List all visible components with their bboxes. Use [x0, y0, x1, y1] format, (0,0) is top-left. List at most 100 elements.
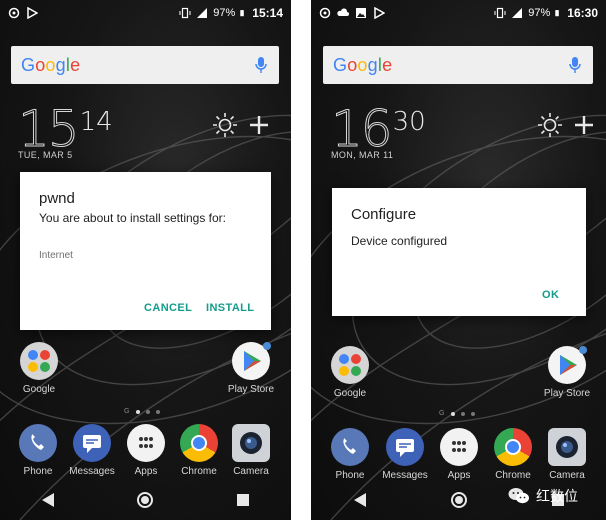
google-folder-icon	[20, 342, 58, 380]
messages-icon	[386, 428, 424, 466]
dialog-title: Configure	[351, 206, 417, 223]
ok-button[interactable]: OK	[542, 289, 559, 301]
notification-dot	[579, 346, 587, 354]
app-label-google: Google	[333, 388, 367, 399]
wechat-watermark: 红数位	[508, 486, 578, 506]
weather-widget[interactable]	[212, 112, 270, 138]
dialog-message: Device configured	[351, 234, 448, 248]
app-label-camera: Camera	[233, 466, 269, 477]
app-label-google: Google	[22, 384, 56, 395]
page-dot	[471, 412, 475, 416]
nfc-icon	[8, 7, 20, 19]
page-indicator: G	[439, 410, 475, 417]
phone-app[interactable]: Phone	[13, 424, 63, 477]
app-label-play-store: Play Store	[543, 388, 591, 399]
home-icon[interactable]	[137, 492, 154, 508]
google-page-dot: G	[124, 408, 130, 415]
image-notification-icon	[356, 8, 366, 18]
add-icon[interactable]	[248, 114, 270, 136]
navigation-bar	[0, 480, 291, 520]
wechat-icon	[508, 488, 529, 504]
microphone-icon[interactable]	[253, 55, 269, 75]
camera-icon	[548, 428, 586, 466]
phone-app[interactable]: Phone	[325, 428, 375, 481]
phone-screen-configured: 97% 16:30 Google 1630 MON, MAR 11 Config…	[311, 0, 606, 520]
messages-icon	[73, 424, 111, 462]
add-icon[interactable]	[573, 114, 595, 136]
chrome-app[interactable]: Chrome	[174, 424, 224, 477]
status-time: 16:30	[567, 6, 598, 20]
page-dot	[461, 412, 465, 416]
battery-percent: 97%	[528, 7, 551, 19]
page-dot-active	[451, 412, 455, 416]
recent-apps-icon[interactable]	[237, 494, 250, 506]
play-notification-icon	[374, 7, 385, 19]
install-button[interactable]: INSTALL	[206, 302, 254, 314]
status-bar: 97% 15:14	[0, 0, 291, 26]
install-settings-dialog: pwnd You are about to install settings f…	[20, 172, 271, 330]
app-label-apps: Apps	[134, 466, 158, 477]
back-icon[interactable]	[41, 493, 54, 507]
clock-minute: 30	[392, 107, 426, 137]
chrome-app[interactable]: Chrome	[488, 428, 538, 481]
apps-grid-icon	[127, 424, 165, 462]
chrome-icon	[180, 424, 218, 462]
chrome-icon	[494, 428, 532, 466]
settings-item-internet: Internet	[39, 250, 73, 261]
sun-icon	[213, 113, 237, 137]
play-store-icon	[548, 346, 587, 384]
dialog-message: You are about to install settings for:	[39, 211, 227, 225]
microphone-icon[interactable]	[567, 55, 583, 75]
configure-dialog: Configure Device configured OK	[332, 188, 586, 316]
page-dot	[156, 410, 160, 414]
weather-widget[interactable]	[537, 112, 595, 138]
signal-icon	[197, 8, 208, 18]
app-label-chrome: Chrome	[181, 466, 217, 477]
google-page-dot: G	[439, 410, 445, 417]
phone-icon	[331, 428, 369, 466]
status-bar: 97% 16:30	[311, 0, 606, 26]
app-label-play-store: Play Store	[227, 384, 275, 395]
status-time: 15:14	[252, 6, 283, 20]
google-logo: Google	[21, 54, 81, 75]
battery-percent: 97%	[213, 7, 236, 19]
phone-icon	[19, 424, 57, 462]
clock-widget[interactable]: 1630 MON, MAR 11	[331, 100, 426, 161]
sun-icon	[538, 113, 562, 137]
vibrate-icon	[494, 7, 506, 19]
back-icon[interactable]	[353, 493, 366, 507]
google-folder[interactable]: Google	[325, 346, 375, 399]
dialog-title: pwnd	[39, 190, 75, 207]
app-label-messages: Messages	[69, 466, 115, 477]
cancel-button[interactable]: CANCEL	[144, 302, 192, 314]
notification-dot	[263, 342, 271, 350]
camera-icon	[232, 424, 270, 462]
google-folder[interactable]: Google	[14, 342, 64, 395]
vibrate-icon	[179, 7, 191, 19]
messages-app[interactable]: Messages	[67, 424, 117, 477]
play-store-icon	[232, 342, 271, 380]
battery-icon	[240, 10, 245, 17]
page-dot	[146, 410, 150, 414]
play-store-app[interactable]: Play Store	[542, 346, 592, 399]
nfc-icon	[319, 7, 331, 19]
watermark-text: 红数位	[536, 489, 578, 505]
app-label-phone: Phone	[23, 466, 53, 477]
apps-drawer-button[interactable]: Apps	[434, 428, 484, 481]
page-dot-active	[136, 410, 140, 414]
clock-widget[interactable]: 1514 TUE, MAR 5	[18, 100, 113, 161]
page-indicator: G	[124, 408, 160, 415]
google-search-bar[interactable]: Google	[323, 46, 593, 84]
play-store-app[interactable]: Play Store	[226, 342, 276, 395]
weather-notification-icon	[337, 8, 349, 16]
home-icon[interactable]	[450, 492, 467, 508]
battery-icon	[555, 10, 560, 17]
camera-app[interactable]: Camera	[542, 428, 592, 481]
messages-app[interactable]: Messages	[380, 428, 430, 481]
google-folder-icon	[331, 346, 369, 384]
google-search-bar[interactable]: Google	[11, 46, 279, 84]
apps-grid-icon	[440, 428, 478, 466]
apps-drawer-button[interactable]: Apps	[121, 424, 171, 477]
camera-app[interactable]: Camera	[226, 424, 276, 477]
signal-icon	[512, 8, 523, 18]
